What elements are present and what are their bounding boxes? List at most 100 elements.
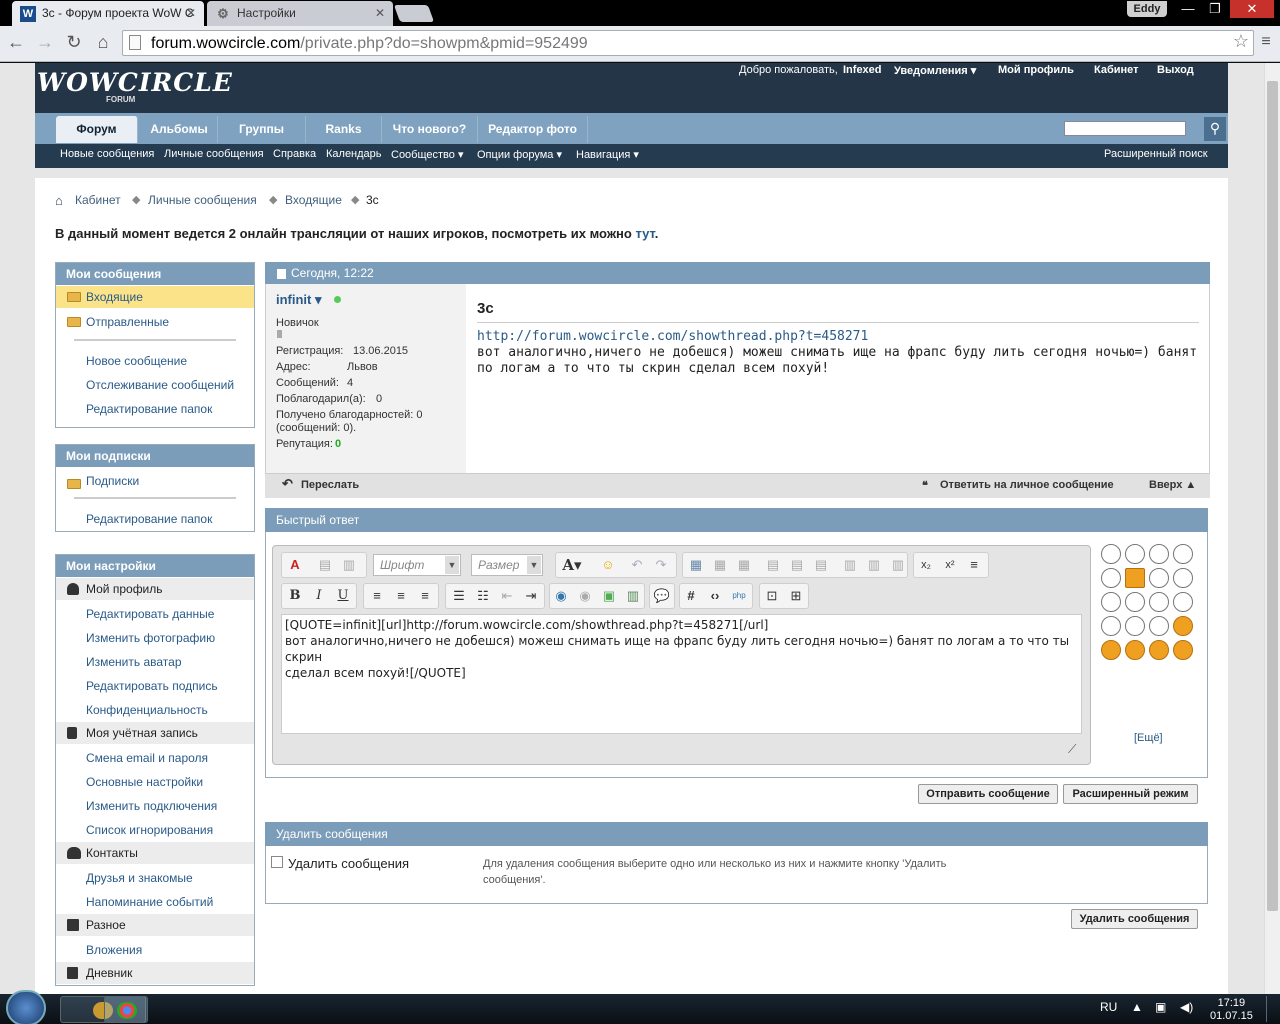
breadcrumb-inbox[interactable]: Входящие <box>285 193 342 207</box>
advanced-search-link[interactable]: Расширенный поиск <box>1104 148 1208 160</box>
restore-icon[interactable]: ❐ <box>1203 0 1227 18</box>
logout-link[interactable]: Выход <box>1157 64 1194 76</box>
privacy-link[interactable]: Конфиденциальность <box>86 703 208 717</box>
change-photo-link[interactable]: Изменить фотографию <box>86 631 215 645</box>
delete-row-icon[interactable]: ▤ <box>811 555 831 575</box>
more-smilies-link[interactable]: [Ещё] <box>1134 732 1163 744</box>
paste-icon[interactable]: ▥ <box>339 555 359 575</box>
subnav-community[interactable]: Сообщество ▾ <box>391 148 463 161</box>
ordered-list-icon[interactable]: ☰ <box>449 586 469 606</box>
align-left-icon[interactable]: ≡ <box>367 586 387 606</box>
delete-checkbox-label[interactable]: Удалить сообщения <box>288 856 409 871</box>
breadcrumb-pm[interactable]: Личные сообщения <box>148 193 257 207</box>
notifications-link[interactable]: Уведомления ▾ <box>894 64 976 77</box>
superscript-icon[interactable]: x² <box>940 555 960 575</box>
clock[interactable]: 17:19 01.07.15 <box>1210 997 1253 1023</box>
top-link[interactable]: Вверх ▲ <box>1149 479 1196 491</box>
folder-sent[interactable]: Отправленные <box>86 315 169 329</box>
event-reminders-link[interactable]: Напоминание событий <box>86 895 213 909</box>
outdent-icon[interactable]: ⇤ <box>497 586 517 606</box>
home-icon[interactable]: ⌂ <box>92 31 114 53</box>
tab-forum-nav[interactable]: Форум <box>56 116 138 143</box>
smiley-icon[interactable] <box>1173 640 1193 660</box>
redo-icon[interactable]: ↷ <box>651 555 671 575</box>
remove-format-icon[interactable]: A <box>285 555 305 575</box>
profile-badge[interactable]: Eddy <box>1127 1 1167 17</box>
insert-col-left-icon[interactable]: ▥ <box>840 555 860 575</box>
show-desktop-button[interactable] <box>1266 996 1278 1022</box>
tab-ranks[interactable]: Ranks <box>306 116 382 143</box>
volume-icon[interactable]: ◀) <box>1180 1000 1193 1014</box>
reply-link[interactable]: Ответить на личное сообщение <box>940 479 1114 491</box>
username-link[interactable]: Infexed <box>843 64 882 76</box>
quote-icon[interactable]: 💬 <box>652 586 672 606</box>
send-message-button[interactable]: Отправить сообщение <box>918 784 1058 804</box>
notice-link[interactable]: тут <box>635 226 654 241</box>
smiley-icon[interactable] <box>1125 544 1145 564</box>
font-select[interactable]: Шрифт ▼ <box>373 554 461 576</box>
forward-link[interactable]: Переслать <box>301 479 359 491</box>
smiley-icon[interactable] <box>1173 544 1193 564</box>
track-messages-link[interactable]: Отслеживание сообщений <box>86 378 234 392</box>
home-icon[interactable]: ⌂ <box>55 193 63 208</box>
insert-row-below-icon[interactable]: ▤ <box>787 555 807 575</box>
subnav-forum-options[interactable]: Опции форума ▾ <box>477 148 562 161</box>
search-input[interactable] <box>1064 121 1186 136</box>
image-icon[interactable]: ▣ <box>599 586 619 606</box>
new-message-link[interactable]: Новое сообщение <box>86 354 187 368</box>
bold-icon[interactable]: B <box>285 586 305 606</box>
folder-subscriptions[interactable]: Подписки <box>86 474 139 488</box>
new-tab-button[interactable] <box>393 5 435 22</box>
cut-icon[interactable]: ▤ <box>315 555 335 575</box>
close-icon[interactable]: ✕ <box>186 6 196 20</box>
my-profile-link[interactable]: Мой профиль <box>998 64 1074 76</box>
address-bar[interactable]: forum.wowcircle.com/private.php?do=showp… <box>122 30 1254 56</box>
size-select[interactable]: Размер ▼ <box>471 554 543 576</box>
code-icon[interactable]: ‹› <box>705 586 725 606</box>
subnav-help[interactable]: Справка <box>273 148 316 160</box>
connections-link[interactable]: Изменить подключения <box>86 799 217 813</box>
tab-forum[interactable]: W 3с - Форум проекта WoW C ✕ <box>12 1 204 26</box>
back-icon[interactable]: ← <box>5 31 27 53</box>
smiley-icon[interactable] <box>1149 544 1169 564</box>
warning-smiley-icon[interactable] <box>1125 568 1145 588</box>
tray-arrow-icon[interactable]: ▲ <box>1131 1000 1143 1014</box>
unordered-list-icon[interactable]: ☷ <box>473 586 493 606</box>
edit-folders-link[interactable]: Редактирование папок <box>86 402 212 416</box>
hash-icon[interactable]: # <box>681 586 701 606</box>
smiley-icon[interactable] <box>1101 640 1121 660</box>
undo-icon[interactable]: ↶ <box>627 555 647 575</box>
edit-details-link[interactable]: Редактировать данные <box>86 607 214 621</box>
scrollbar-thumb[interactable] <box>1267 81 1278 911</box>
delete-checkbox[interactable] <box>271 856 283 868</box>
minimize-icon[interactable]: — <box>1176 0 1200 18</box>
smiley-icon[interactable] <box>1173 616 1193 636</box>
subscript-icon[interactable]: x₂ <box>916 555 936 575</box>
smiley-icon[interactable] <box>1149 568 1169 588</box>
forward-icon[interactable]: → <box>34 31 56 53</box>
menu-icon[interactable]: ≡ <box>1255 31 1277 53</box>
tab-groups[interactable]: Группы <box>218 116 306 143</box>
smiley-icon[interactable] <box>1101 592 1121 612</box>
bookmark-star-icon[interactable]: ☆ <box>1233 31 1249 52</box>
message-link[interactable]: http://forum.wowcircle.com/showthread.ph… <box>477 329 868 344</box>
section-diary[interactable]: Дневник <box>56 962 254 984</box>
collapse-icon[interactable]: ⊡ <box>762 586 782 606</box>
subnav-calendar[interactable]: Календарь <box>326 148 382 160</box>
smiley-icon[interactable] <box>1101 544 1121 564</box>
smiley-icon[interactable] <box>1149 640 1169 660</box>
edit-signature-link[interactable]: Редактировать подпись <box>86 679 218 693</box>
change-avatar-link[interactable]: Изменить аватар <box>86 655 182 669</box>
subnav-private-messages[interactable]: Личные сообщения <box>164 148 264 160</box>
subnav-new-posts[interactable]: Новые сообщения <box>60 148 154 160</box>
smiley-icon[interactable] <box>1101 568 1121 588</box>
align-right-icon[interactable]: ≡ <box>415 586 435 606</box>
cabinet-link[interactable]: Кабинет <box>1094 64 1139 76</box>
close-icon[interactable]: ✕ <box>375 6 385 20</box>
friends-link[interactable]: Друзья и знакомые <box>86 871 193 885</box>
horizontal-rule-icon[interactable]: ≡ <box>964 555 984 575</box>
insert-col-right-icon[interactable]: ▥ <box>864 555 884 575</box>
reply-textarea[interactable]: [QUOTE=infinit][url]http://forum.wowcirc… <box>281 614 1082 734</box>
reload-icon[interactable]: ↻ <box>63 31 85 53</box>
resize-handle-icon[interactable]: ⟋ <box>1068 742 1076 757</box>
